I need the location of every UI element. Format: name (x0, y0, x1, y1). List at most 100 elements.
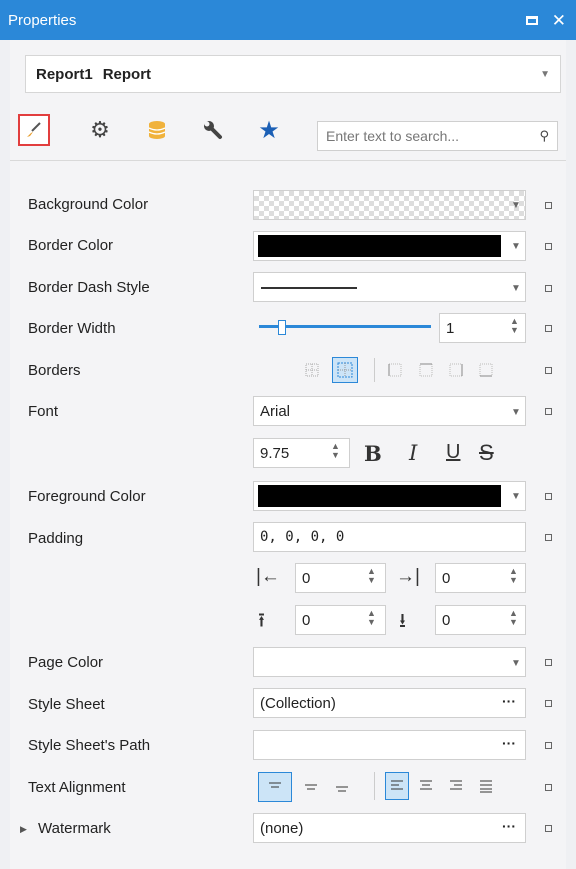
tab-favorites[interactable]: ★ (253, 114, 285, 146)
alignment-divider (374, 772, 375, 800)
label-padding: Padding (28, 530, 84, 547)
tab-appearance[interactable] (18, 114, 50, 146)
reset-square-icon[interactable] (545, 534, 552, 541)
chevron-down-icon[interactable]: ▼ (511, 491, 521, 502)
slider-thumb[interactable] (278, 320, 286, 335)
reset-square-icon[interactable] (545, 243, 552, 250)
font-family-value: Arial (260, 402, 291, 420)
label-font: Font (28, 403, 59, 420)
star-icon: ★ (258, 116, 280, 144)
padding-right-spinner[interactable]: ▲ ▼ (509, 567, 518, 585)
reset-square-icon[interactable] (545, 784, 552, 791)
chevron-down-icon[interactable]: ▼ (540, 69, 550, 80)
background-color-field[interactable] (253, 190, 526, 220)
halign-center-icon[interactable] (416, 776, 436, 796)
reset-square-icon[interactable] (545, 367, 552, 374)
properties-window: Properties ✕ Report1 Report ▼ ⚙ ★ Enter … (0, 0, 576, 869)
label-background-color: Background Color (28, 196, 149, 213)
gear-icon: ⚙ (90, 117, 110, 142)
expand-arrow-icon[interactable]: ▶ (20, 824, 27, 835)
border-all-icon[interactable] (332, 357, 358, 383)
underline-button[interactable]: U (446, 441, 460, 464)
label-border-color: Border Color (28, 237, 114, 254)
reset-square-icon[interactable] (545, 408, 552, 415)
label-page-color: Page Color (28, 654, 104, 671)
reset-square-icon[interactable] (545, 493, 552, 500)
border-dash-style-field[interactable] (253, 272, 526, 302)
reset-square-icon[interactable] (545, 202, 552, 209)
halign-right-icon[interactable] (446, 776, 466, 796)
style-sheet-value: (Collection) (260, 694, 336, 712)
font-size-value: 9.75 (260, 444, 290, 462)
tab-behavior[interactable]: ⚙ (84, 114, 116, 146)
border-right-icon[interactable] (446, 360, 466, 380)
border-none-icon[interactable] (302, 360, 322, 380)
valign-bottom-icon[interactable] (332, 777, 352, 797)
border-color-field[interactable] (253, 231, 526, 261)
style-sheet-path-ellipsis-button[interactable]: ··· (502, 735, 516, 751)
halign-justify-icon[interactable] (476, 776, 496, 796)
border-bottom-icon[interactable] (476, 360, 496, 380)
border-width-slider[interactable] (259, 320, 431, 335)
chevron-down-icon[interactable]: ▼ (511, 283, 521, 294)
tab-tools[interactable] (197, 114, 229, 146)
border-color-swatch (258, 235, 501, 257)
search-input[interactable]: Enter text to search... ⚲ (317, 121, 558, 151)
padding-field[interactable]: 0, 0, 0, 0 (253, 522, 526, 552)
category-tabs: ⚙ ★ Enter text to search... ⚲ (14, 111, 566, 157)
bold-button[interactable]: B (364, 441, 382, 466)
page-color-field[interactable] (253, 647, 526, 677)
border-left-icon[interactable] (385, 360, 405, 380)
label-border-width: Border Width (28, 320, 116, 337)
restore-icon[interactable] (525, 15, 538, 25)
reset-square-icon[interactable] (545, 659, 552, 666)
padding-right-icon: →| (396, 566, 420, 587)
component-selector[interactable]: Report1 Report ▼ (25, 55, 561, 93)
font-size-spinner[interactable]: ▲ ▼ (331, 442, 340, 460)
label-style-sheet-path: Style Sheet's Path (28, 737, 151, 754)
chevron-down-icon[interactable]: ▼ (511, 241, 521, 252)
paintbrush-icon (27, 122, 41, 137)
dash-style-preview (261, 287, 357, 289)
label-style-sheet: Style Sheet (28, 696, 105, 713)
strikethrough-button[interactable]: S (479, 440, 494, 466)
reset-square-icon[interactable] (545, 825, 552, 832)
valign-middle-icon[interactable] (301, 777, 321, 797)
tab-data[interactable] (141, 114, 173, 146)
italic-button[interactable]: I (409, 441, 417, 465)
watermark-field[interactable]: (none) (253, 813, 526, 843)
chevron-down-icon[interactable]: ▼ (511, 200, 521, 211)
padding-top-value: 0 (302, 611, 311, 629)
style-sheet-path-field[interactable] (253, 730, 526, 760)
reset-square-icon[interactable] (545, 700, 552, 707)
padding-left-spinner[interactable]: ▲ ▼ (367, 567, 376, 585)
borders-divider (374, 358, 375, 382)
chevron-down-icon[interactable]: ▼ (511, 407, 521, 418)
padding-bottom-icon: ⭳ (399, 610, 406, 632)
halign-left-icon[interactable] (385, 772, 409, 800)
style-sheet-field[interactable]: (Collection) (253, 688, 526, 718)
wrench-icon (204, 121, 222, 139)
label-border-dash-style: Border Dash Style (28, 279, 150, 296)
valign-top-icon[interactable] (258, 772, 292, 802)
border-top-icon[interactable] (416, 360, 436, 380)
font-family-field[interactable]: Arial (253, 396, 526, 426)
reset-square-icon[interactable] (545, 325, 552, 332)
search-placeholder: Enter text to search... (326, 128, 460, 144)
reset-square-icon[interactable] (545, 742, 552, 749)
padding-bottom-value: 0 (442, 611, 451, 629)
chevron-down-icon[interactable]: ▼ (511, 658, 521, 669)
watermark-ellipsis-button[interactable]: ··· (502, 818, 516, 834)
border-width-spinner[interactable]: ▲ ▼ (510, 317, 519, 335)
style-sheet-ellipsis-button[interactable]: ··· (502, 693, 516, 709)
search-icon[interactable]: ⚲ (539, 128, 549, 144)
padding-top-spinner[interactable]: ▲ ▼ (367, 609, 376, 627)
reset-square-icon[interactable] (545, 285, 552, 292)
foreground-color-swatch (258, 485, 501, 507)
padding-bottom-spinner[interactable]: ▲ ▼ (509, 609, 518, 627)
close-icon[interactable]: ✕ (552, 12, 566, 29)
foreground-color-field[interactable] (253, 481, 526, 511)
label-foreground-color: Foreground Color (28, 488, 146, 505)
padding-left-value: 0 (302, 569, 311, 587)
component-type: Report (102, 65, 152, 83)
